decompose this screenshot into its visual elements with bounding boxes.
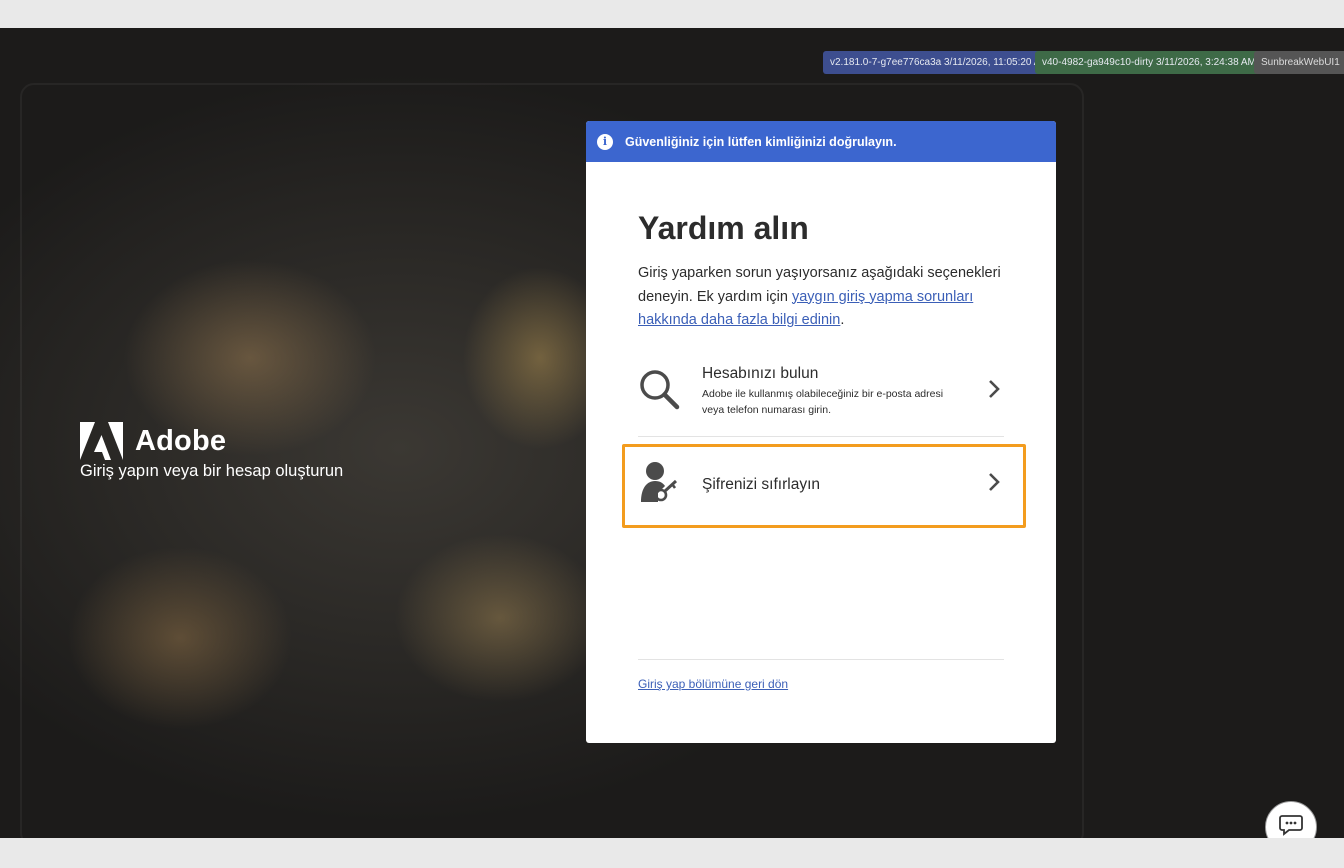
card-footer: Giriş yap bölümüne geri dön (638, 659, 1004, 693)
banner-text: Güvenliğiniz için lütfen kimliğinizi doğ… (625, 134, 897, 149)
background-image: v2.181.0-7-g7ee776ca3a 3/11/2026, 11:05:… (0, 28, 1344, 838)
build-badge-backend: v40-4982-ga949c10-dirty 3/11/2026, 3:24:… (1035, 51, 1263, 74)
chat-button[interactable] (1265, 801, 1317, 838)
chevron-right-icon (988, 472, 1000, 497)
user-key-icon (638, 460, 682, 509)
security-banner: i Güvenliğiniz için lütfen kimliğinizi d… (586, 121, 1056, 162)
build-badge-app: SunbreakWebUI1 (1254, 51, 1344, 74)
search-icon (638, 368, 680, 415)
description-end: . (840, 312, 845, 328)
chat-icon (1279, 814, 1303, 839)
find-account-title: Hesabınızı bulun (702, 365, 819, 382)
brand-subtitle: Giriş yapın veya bir hesap oluşturun (80, 462, 344, 480)
build-badge-web: v2.181.0-7-g7ee776ca3a 3/11/2026, 11:05:… (823, 51, 1056, 74)
adobe-logo-icon (80, 422, 123, 460)
back-to-sign-in-link[interactable]: Giriş yap bölümüne geri dön (638, 677, 788, 691)
reset-password-option[interactable]: Şifrenizi sıfırlayın (622, 443, 1026, 528)
info-icon: i (597, 133, 613, 150)
find-account-option[interactable]: Hesabınızı bulun Adobe ile kullanmış ola… (638, 356, 1004, 437)
help-card: i Güvenliğiniz için lütfen kimliğinizi d… (586, 121, 1056, 743)
find-account-subtitle: Adobe ile kullanmış olabileceğiniz bir e… (702, 388, 944, 416)
reset-password-title: Şifrenizi sıfırlayın (702, 475, 821, 493)
page-title: Yardım alın (638, 210, 809, 246)
help-description: Giriş yaparken sorun yaşıyorsanız aşağıd… (638, 262, 1004, 333)
brand-name: Adobe (135, 424, 227, 457)
chevron-right-icon (988, 379, 1000, 404)
brand-block: Adobe Giriş yapın veya bir hesap oluştur… (80, 422, 343, 481)
